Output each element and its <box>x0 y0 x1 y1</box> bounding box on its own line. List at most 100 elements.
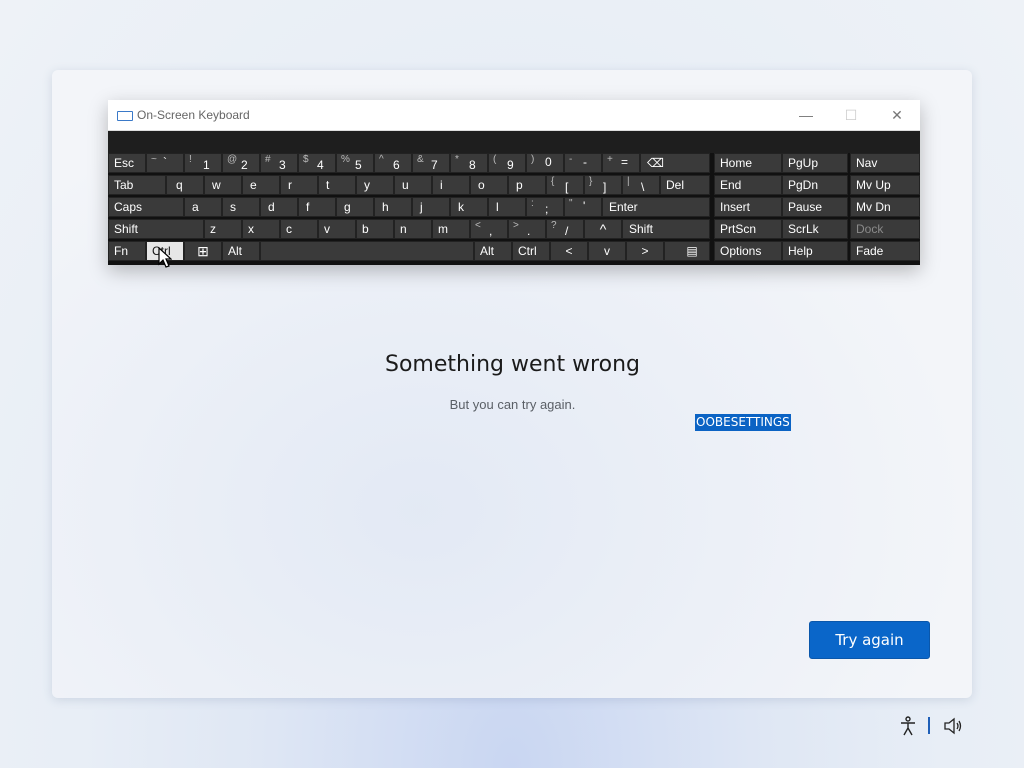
key-3[interactable]: #3 <box>260 153 298 173</box>
key-pgdn[interactable]: PgDn <box>782 175 848 195</box>
key-shift-left[interactable]: Shift <box>108 219 204 239</box>
key-q[interactable]: q <box>166 175 204 195</box>
volume-icon[interactable] <box>943 716 963 736</box>
key-tab[interactable]: Tab <box>108 175 166 195</box>
key-2[interactable]: @2 <box>222 153 260 173</box>
key-semicolon[interactable]: :; <box>526 197 564 217</box>
key-minus[interactable]: -- <box>564 153 602 173</box>
key-l[interactable]: l <box>488 197 526 217</box>
key-alt-left[interactable]: Alt <box>222 241 260 261</box>
key-esc[interactable]: Esc <box>108 153 146 173</box>
key-y[interactable]: y <box>356 175 394 195</box>
key-slash[interactable]: ? / <box>546 219 584 239</box>
maximize-button[interactable]: ☐ <box>836 106 866 124</box>
key-main-label: \ <box>641 180 645 194</box>
close-button[interactable]: ✕ <box>882 106 912 124</box>
key-left-bracket[interactable]: {[ <box>546 175 584 195</box>
key-8[interactable]: * 8 <box>450 153 488 173</box>
key-u[interactable]: u <box>394 175 432 195</box>
key-mv-dn[interactable]: Mv Dn <box>850 197 920 217</box>
key-main-label: - <box>583 155 587 169</box>
key-pgup[interactable]: PgUp <box>782 153 848 173</box>
key-4[interactable]: $4 <box>298 153 336 173</box>
key-nav[interactable]: Nav <box>850 153 920 173</box>
minimize-button[interactable]: — <box>791 106 821 124</box>
key-i[interactable]: i <box>432 175 470 195</box>
key-quote[interactable]: " ' <box>564 197 602 217</box>
key-n[interactable]: n <box>394 219 432 239</box>
key-j[interactable]: j <box>412 197 450 217</box>
key-up-arrow[interactable]: ^ <box>584 219 622 239</box>
key-pause[interactable]: Pause <box>782 197 848 217</box>
error-code[interactable]: OOBESETTINGS <box>695 414 791 431</box>
key-fade[interactable]: Fade <box>850 241 920 261</box>
down-arrow-icon: v <box>604 244 610 258</box>
key-prtscn[interactable]: PrtScn <box>714 219 782 239</box>
key-o[interactable]: o <box>470 175 508 195</box>
key-left-arrow[interactable]: < <box>550 241 588 261</box>
key-shift-right[interactable]: Shift <box>622 219 710 239</box>
key-caps[interactable]: Caps <box>108 197 184 217</box>
key-home[interactable]: Home <box>714 153 782 173</box>
key-dock[interactable]: Dock <box>850 219 920 239</box>
key-a[interactable]: a <box>184 197 222 217</box>
key-g[interactable]: g <box>336 197 374 217</box>
accessibility-icon[interactable] <box>899 716 917 736</box>
key-6[interactable]: ^ 6 <box>374 153 412 173</box>
key-0[interactable]: ) 0 <box>526 153 564 173</box>
key-t[interactable]: t <box>318 175 356 195</box>
key-fn[interactable]: Fn <box>108 241 146 261</box>
key-r[interactable]: r <box>280 175 318 195</box>
key-scrlk[interactable]: ScrLk <box>782 219 848 239</box>
key-alt-right[interactable]: Alt <box>474 241 512 261</box>
key-main-label: [ <box>565 180 569 194</box>
key-shift-label: ! <box>189 154 192 165</box>
key-del[interactable]: Del <box>660 175 710 195</box>
key-backslash[interactable]: | \ <box>622 175 660 195</box>
key-v[interactable]: v <box>318 219 356 239</box>
key-right-bracket[interactable]: }] <box>584 175 622 195</box>
osk-titlebar[interactable]: On-Screen Keyboard — ☐ ✕ <box>108 100 920 131</box>
key-options[interactable]: Options <box>714 241 782 261</box>
key-help[interactable]: Help <box>782 241 848 261</box>
key-backspace[interactable]: ⌫ <box>640 153 710 173</box>
key-windows[interactable]: ⊞ <box>184 241 222 261</box>
key-z[interactable]: z <box>204 219 242 239</box>
key-insert[interactable]: Insert <box>714 197 782 217</box>
key-w[interactable]: w <box>204 175 242 195</box>
key-1[interactable]: ! 1 <box>184 153 222 173</box>
key-main-label: ; <box>545 202 549 216</box>
try-again-button[interactable]: Try again <box>809 621 930 659</box>
key-comma[interactable]: <, <box>470 219 508 239</box>
key-enter[interactable]: Enter <box>602 197 710 217</box>
key-p[interactable]: p <box>508 175 546 195</box>
key-period[interactable]: >. <box>508 219 546 239</box>
key-c[interactable]: c <box>280 219 318 239</box>
key-k[interactable]: k <box>450 197 488 217</box>
key-mv-up[interactable]: Mv Up <box>850 175 920 195</box>
key-ctrl-right[interactable]: Ctrl <box>512 241 550 261</box>
key-main-label: 6 <box>393 158 400 172</box>
key-x[interactable]: x <box>242 219 280 239</box>
key-space[interactable] <box>260 241 474 261</box>
key-right-arrow[interactable]: > <box>626 241 664 261</box>
key-f[interactable]: f <box>298 197 336 217</box>
key-m[interactable]: m <box>432 219 470 239</box>
key-shift-label: ^ <box>379 154 384 165</box>
key-7[interactable]: & 7 <box>412 153 450 173</box>
key-b[interactable]: b <box>356 219 394 239</box>
key-equals[interactable]: + = <box>602 153 640 173</box>
key-s[interactable]: s <box>222 197 260 217</box>
key-tilde[interactable]: ~ ` <box>146 153 184 173</box>
osk-top-band <box>108 131 920 153</box>
right-arrow-icon: > <box>641 244 649 258</box>
key-h[interactable]: h <box>374 197 412 217</box>
key-end[interactable]: End <box>714 175 782 195</box>
key-d[interactable]: d <box>260 197 298 217</box>
key-menu[interactable]: ▤ <box>664 241 710 261</box>
key-down-arrow[interactable]: v <box>588 241 626 261</box>
key-e[interactable]: e <box>242 175 280 195</box>
key-shift-label: & <box>417 154 424 165</box>
key-5[interactable]: % 5 <box>336 153 374 173</box>
key-9[interactable]: (9 <box>488 153 526 173</box>
